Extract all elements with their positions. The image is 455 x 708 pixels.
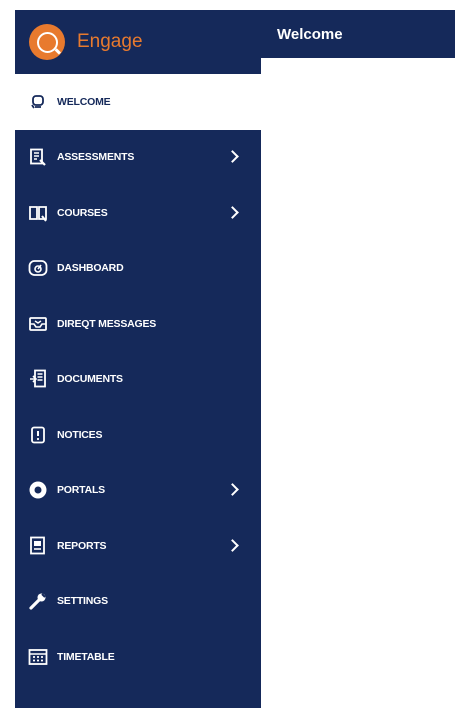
sidebar-item-label: TIMETABLE [57,650,115,663]
notices-icon [27,424,49,446]
chevron-right-icon [226,205,239,219]
sidebar-item-timetable[interactable]: TIMETABLE [15,629,261,685]
chevron-right-icon [226,150,239,164]
sidebar-item-label: COURSES [57,206,108,219]
sidebar-item-label: DOCUMENTS [57,373,123,386]
reports-icon [27,535,49,557]
sidebar-item-dashboard[interactable]: DASHBOARD [15,241,261,297]
sidebar-item-label: DASHBOARD [57,262,124,275]
sidebar-item-label: PORTALS [57,484,105,497]
sidebar-item-portals[interactable]: PORTALS [15,463,261,519]
engage-logo-icon [29,24,65,60]
portals-icon [27,479,49,501]
app-logo[interactable]: Engage [15,10,261,74]
sidebar-item-label: WELCOME [57,95,111,108]
chevron-right-icon [226,483,239,497]
sidebar-item-welcome[interactable]: WELCOME [15,74,261,130]
sidebar-item-direqt-messages[interactable]: DIREQT MESSAGES [15,296,261,352]
timetable-icon [27,646,49,668]
chevron-right-icon [226,538,239,552]
wrench-icon [27,590,49,612]
sidebar: Engage WELCOME ASSESSMENTS COURSES DASHB… [15,10,261,708]
dashboard-icon [27,257,49,279]
welcome-icon [27,91,49,113]
page-title: Welcome [277,25,343,43]
sidebar-item-reports[interactable]: REPORTS [15,518,261,574]
sidebar-item-label: REPORTS [57,539,107,552]
sidebar-item-courses[interactable]: COURSES [15,185,261,241]
sidebar-item-label: SETTINGS [57,595,108,608]
sidebar-item-settings[interactable]: SETTINGS [15,574,261,630]
documents-icon [27,368,49,390]
sidebar-item-label: ASSESSMENTS [57,151,135,164]
messages-icon [27,313,49,335]
courses-icon [27,202,49,224]
app-name: Engage [77,31,143,52]
sidebar-item-label: DIREQT MESSAGES [57,317,157,330]
assessments-icon [27,146,49,168]
sidebar-item-documents[interactable]: DOCUMENTS [15,352,261,408]
top-header-bar: Welcome [261,10,455,58]
sidebar-item-notices[interactable]: NOTICES [15,407,261,463]
sidebar-item-label: NOTICES [57,428,103,441]
sidebar-item-assessments[interactable]: ASSESSMENTS [15,130,261,186]
